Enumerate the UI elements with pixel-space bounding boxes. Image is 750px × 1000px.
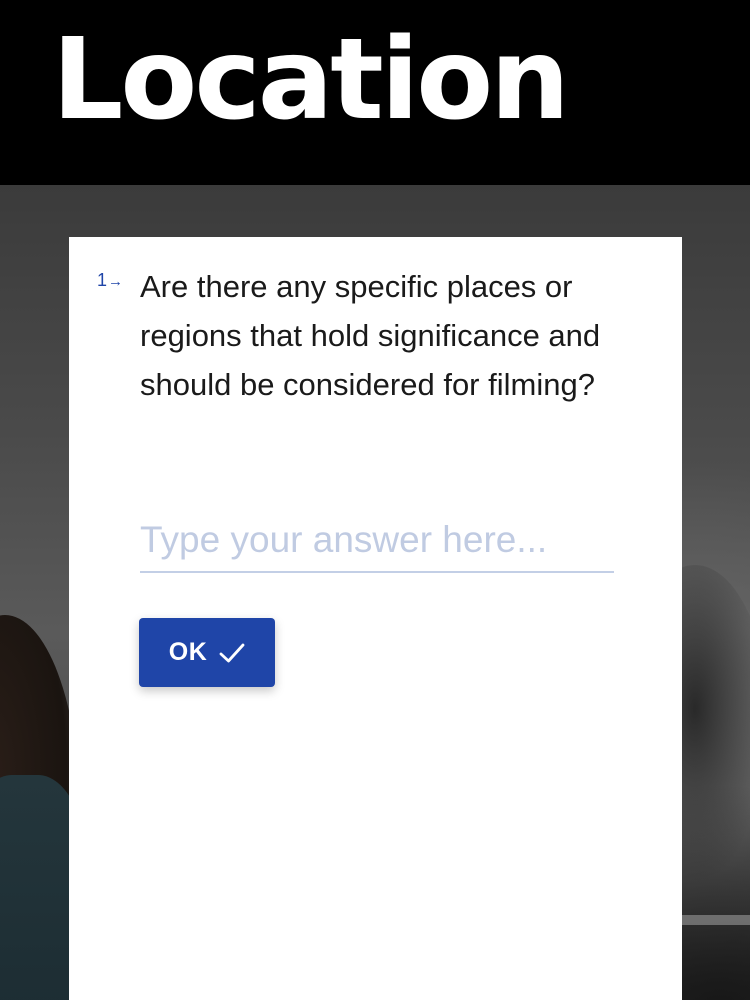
question-text: Are there any specific places or regions… [140, 269, 601, 402]
ok-button[interactable]: OK [139, 618, 275, 687]
form-card: 1→ Are there any specific places or regi… [69, 237, 682, 1000]
arrow-right-icon: → [108, 273, 124, 290]
header-bar: Location [0, 0, 750, 185]
question-number-label: 1 [97, 270, 108, 290]
page-title: Location [52, 15, 570, 145]
check-icon [219, 643, 245, 662]
answer-input[interactable] [140, 509, 614, 573]
background-railing [670, 915, 750, 925]
ok-button-label: OK [168, 638, 208, 666]
question-number: 1→ [97, 271, 123, 289]
